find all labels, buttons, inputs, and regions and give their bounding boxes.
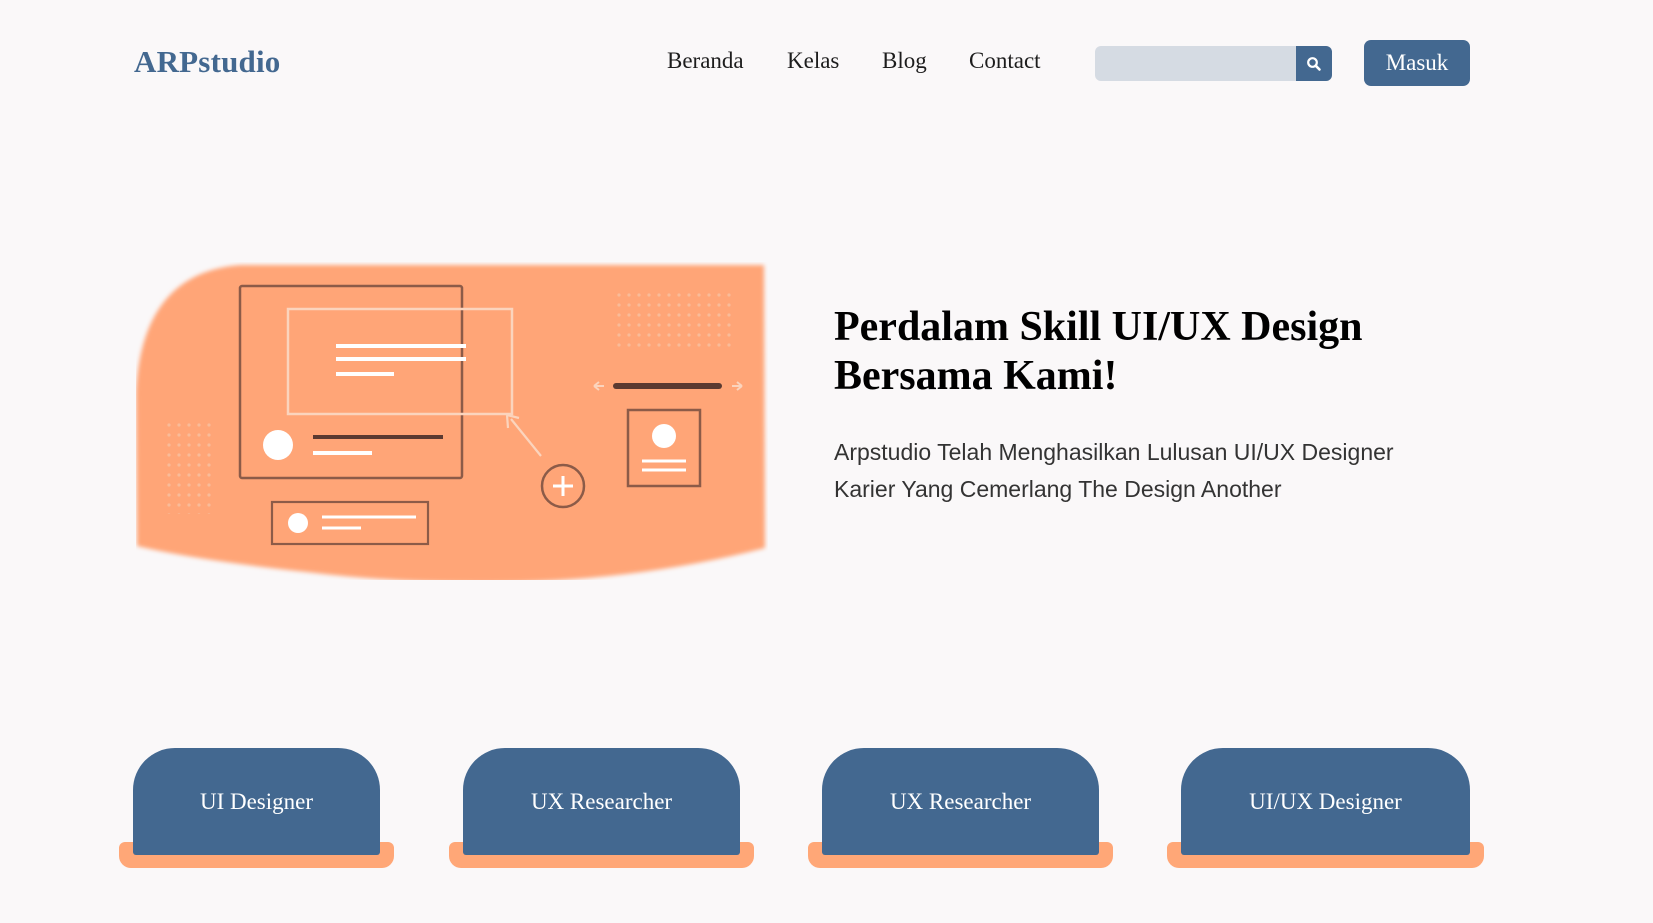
role-card-uiux-designer[interactable]: UI/UX Designer bbox=[1167, 748, 1484, 868]
search-box bbox=[1095, 46, 1332, 81]
role-card-label: UX Researcher bbox=[463, 748, 740, 855]
login-button[interactable]: Masuk bbox=[1364, 40, 1470, 86]
nav-link-kelas[interactable]: Kelas bbox=[787, 48, 839, 74]
nav-link-blog[interactable]: Blog bbox=[882, 48, 927, 74]
role-card-label: UI Designer bbox=[133, 748, 380, 855]
role-card-ux-researcher[interactable]: UX Researcher bbox=[449, 748, 754, 868]
logo[interactable]: ARPstudio bbox=[134, 44, 281, 80]
hero-title: Perdalam Skill UI/UX Design Bersama Kami… bbox=[834, 303, 1534, 401]
role-card-ux-researcher-2[interactable]: UX Researcher bbox=[808, 748, 1113, 868]
nav-link-beranda[interactable]: Beranda bbox=[667, 48, 744, 74]
search-button[interactable] bbox=[1296, 46, 1332, 81]
hero-title-line-2: Bersama Kami! bbox=[834, 353, 1118, 399]
role-card-label: UI/UX Designer bbox=[1181, 748, 1470, 855]
hero-description: Arpstudio Telah Menghasilkan Lulusan UI/… bbox=[834, 434, 1484, 508]
search-input[interactable] bbox=[1095, 46, 1295, 81]
role-card-ui-designer[interactable]: UI Designer bbox=[119, 748, 394, 868]
search-icon bbox=[1307, 56, 1321, 71]
nav-link-contact[interactable]: Contact bbox=[969, 48, 1041, 74]
hero-title-line-1: Perdalam Skill UI/UX Design bbox=[834, 304, 1363, 350]
hero-illustration bbox=[136, 265, 765, 580]
hero-description-line-1: Arpstudio Telah Menghasilkan Lulusan UI/… bbox=[834, 439, 1394, 465]
role-card-label: UX Researcher bbox=[822, 748, 1099, 855]
hero-description-line-2: Karier Yang Cemerlang The Design Another bbox=[834, 476, 1282, 502]
